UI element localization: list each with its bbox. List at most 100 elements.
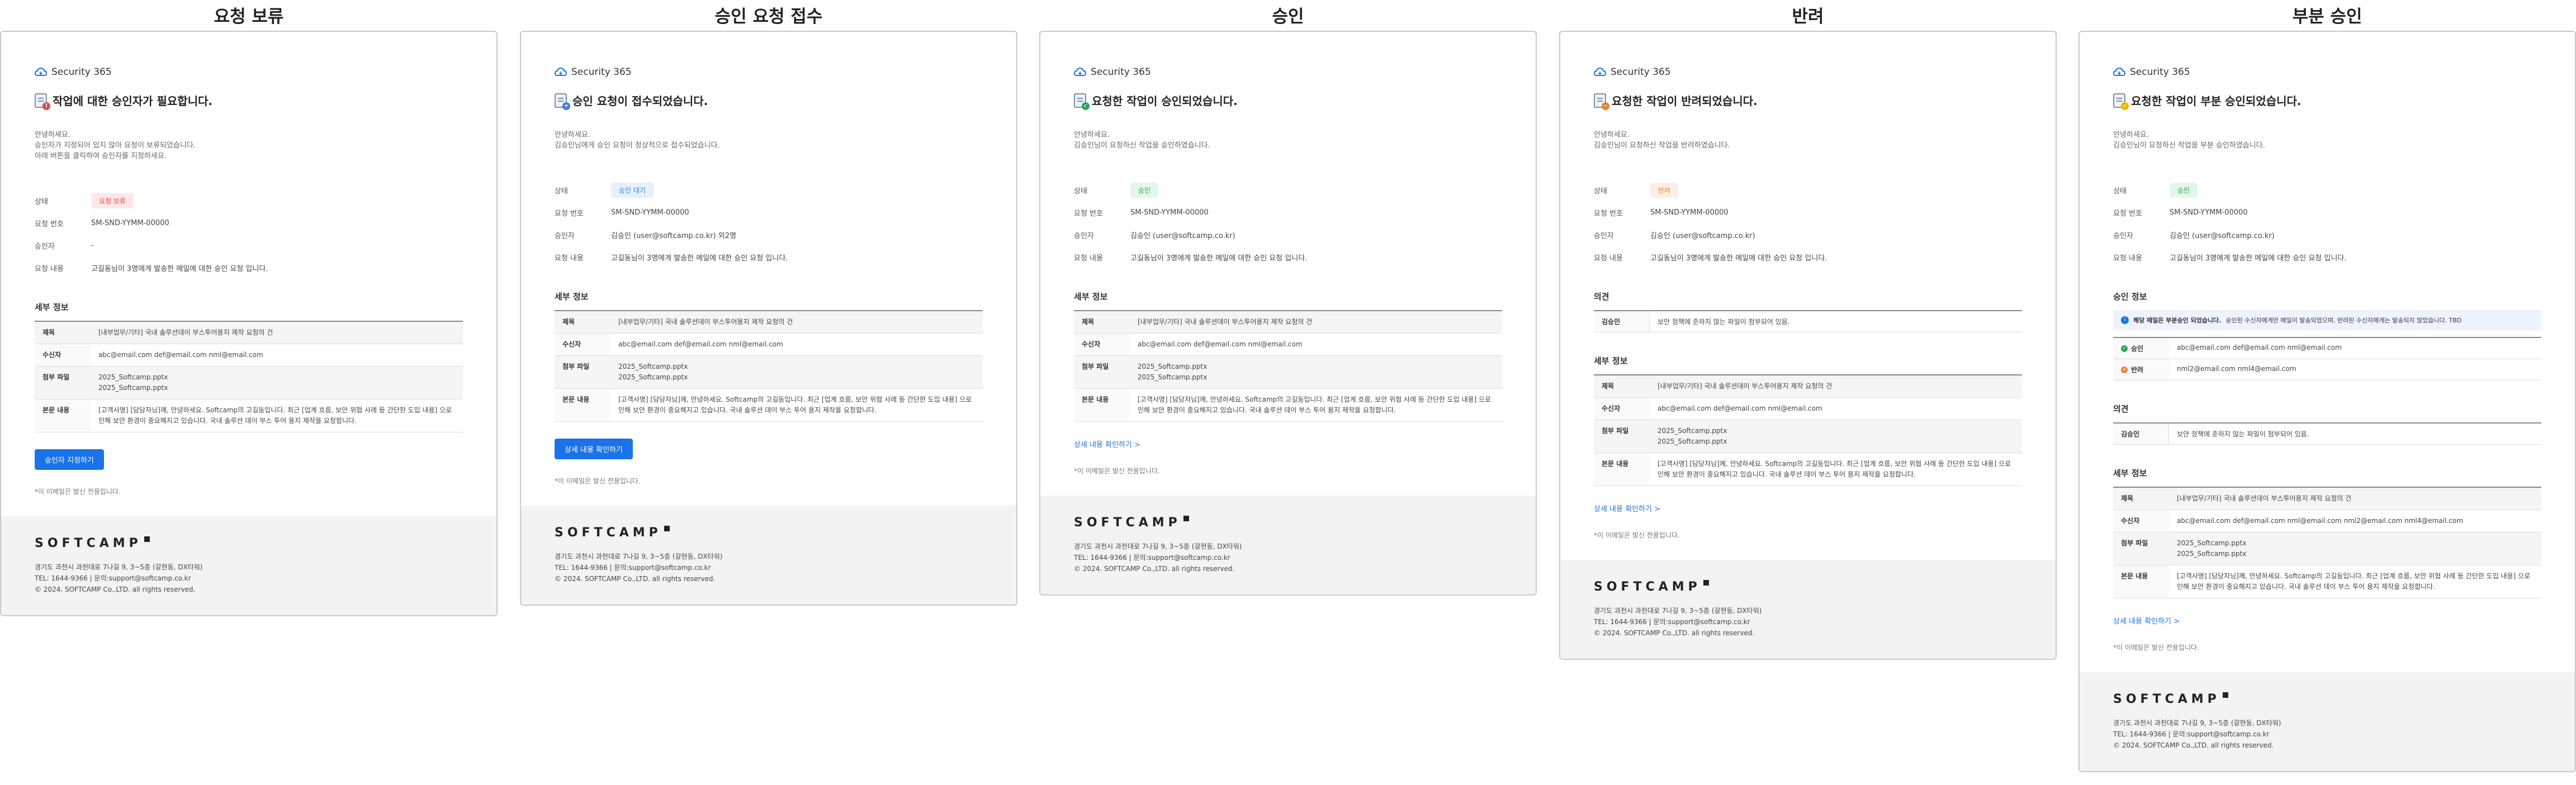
approved-label: 승인 <box>2131 345 2144 353</box>
approver-label: 승인자 <box>1074 231 1094 240</box>
brand-mark-icon <box>2222 692 2228 698</box>
status-label: 상태 <box>1074 187 1087 196</box>
approval-info-title: 승인 정보 <box>2113 292 2147 302</box>
request-no-label: 요청 번호 <box>35 220 64 229</box>
greeting: 안녕하세요. 김승인님이 요청하신 작업을 반려하였습니다. <box>1594 130 2022 151</box>
recipient-label: 수신자 <box>1074 333 1130 356</box>
brand-mark-icon <box>664 526 670 531</box>
document-rejected-icon: − <box>1594 93 1609 110</box>
column-title-hold: 요청 보류 <box>214 7 284 27</box>
headline-text: 요청한 작업이 부분 승인되었습니다. <box>2131 94 2302 108</box>
document-partial-icon: ✓ <box>2113 93 2129 110</box>
cloud-icon <box>555 67 567 76</box>
attachment-label: 첨부 파일 <box>555 355 610 389</box>
footer-contact: TEL: 1644-9366 | 문의:support@softcamp.co.… <box>555 564 711 572</box>
attachment-file[interactable]: 2025_Softcamp.pptx <box>98 372 455 383</box>
assign-approver-button[interactable]: 승인자 지정하기 <box>35 449 104 470</box>
footer-brand: SOFTCAMP <box>1074 516 1502 530</box>
document-received-icon: + <box>555 93 570 110</box>
footer-brand: SOFTCAMP <box>1594 580 2022 594</box>
approved-row: ✓ 승인 abc@email.com def@email.com nml@emai… <box>2113 338 2541 359</box>
recipient-value: abc@email.com def@email.com nml@email.co… <box>1650 397 2022 420</box>
detail-table: 제목 [내부업무/기타] 국내 솔루션데이 부스투어용지 제작 요청의 건 수신자… <box>555 310 983 422</box>
view-details-link[interactable]: 상세 내용 확인하기 > <box>1594 503 1660 513</box>
attachment-file[interactable]: 2025_Softcamp.pptx <box>618 372 975 383</box>
footer-address: 경기도 과천시 과천대로 7나길 9, 3~5층 (갈현동, DX타워) <box>555 553 723 560</box>
approver-value: - <box>91 241 94 250</box>
table-row: 수신자 abc@email.com def@email.com nml@email… <box>555 333 983 356</box>
notice: *이 이메일은 발신 전용입니다. <box>555 477 641 485</box>
footer-copyright: © 2024. SOFTCAMP Co.,LTD. all rights res… <box>35 586 196 593</box>
app-logo: Security 365 <box>2113 66 2541 78</box>
request-no-label: 요청 번호 <box>555 209 584 218</box>
view-details-link[interactable]: 상세 내용 확인하기 > <box>1074 439 1140 449</box>
recipient-value: abc@email.com def@email.com nml@email.co… <box>91 344 463 367</box>
view-details-button[interactable]: 상세 내용 확인하기 <box>555 439 633 459</box>
recipient-label: 수신자 <box>35 344 91 367</box>
footer: SOFTCAMP 경기도 과천시 과천대로 7나길 9, 3~5층 (갈현동, … <box>521 506 1016 605</box>
brand-mark-icon <box>1183 516 1189 521</box>
table-row: 본문 내용 [고객사명] [담당자님]께, 안녕하세요. Softcamp의 고길… <box>1594 453 2022 486</box>
body-label: 본문 내용 <box>1594 453 1650 486</box>
table-row: 본문 내용 [고객사명] [담당자님]께, 안녕하세요. Softcamp의 고길… <box>35 399 463 432</box>
headline: ✓ 요청한 작업이 부분 승인되었습니다. <box>2113 92 2541 110</box>
table-row: 첨부 파일 2025_Softcamp.pptx 2025_Softcamp.ppt… <box>35 366 463 399</box>
greeting-line: 김승인님이 요청하신 작업을 반려하였습니다. <box>1594 141 1730 150</box>
greeting-line: 안녕하세요. <box>35 131 70 139</box>
cloud-icon <box>35 67 47 76</box>
view-details-link[interactable]: 상세 내용 확인하기 > <box>2113 615 2180 626</box>
status-label: 상태 <box>35 197 48 206</box>
headline: + 승인 요청이 접수되었습니다. <box>555 92 983 110</box>
request-no-row: 요청 번호 SM-SND-YYMM-00000 <box>555 201 983 223</box>
app-logo: Security 365 <box>1594 66 2022 78</box>
footer-address: 경기도 과천시 과천대로 7나길 9, 3~5층 (갈현동, DX타워) <box>35 563 203 571</box>
email-card-rejected: Security 365 − 요청한 작업이 반려되었습니다. 안녕하세요. 김… <box>1559 31 2057 660</box>
attachment-file[interactable]: 2025_Softcamp.pptx <box>2177 549 2534 559</box>
headline: ✓ 요청한 작업이 승인되었습니다. <box>1074 92 1502 110</box>
brand-mark-icon <box>1703 580 1709 586</box>
body-value: [고객사명] [담당자님]께, 안녕하세요. Softcamp의 고길동입니다.… <box>610 388 983 422</box>
headline-text: 승인 요청이 접수되었습니다. <box>572 94 708 108</box>
notice: *이 이메일은 발신 전용입니다. <box>35 488 121 496</box>
detail-title: 세부 정보 <box>1594 356 1628 366</box>
check-icon: ✓ <box>2121 345 2128 352</box>
footer-brand: SOFTCAMP <box>555 526 983 540</box>
footer-address: 경기도 과천시 과천대로 7나길 9, 3~5층 (갈현동, DX타워) <box>1074 543 1242 550</box>
opinion-box: 김승인 보안 정책에 준하지 않는 파일이 첨부되어 있음. <box>2113 422 2541 445</box>
approver-row: 승인자 김승인 (user@softcamp.co.kr) <box>1074 223 1502 246</box>
approver-label: 승인자 <box>35 242 55 251</box>
body-value: [고객사명] [담당자님]께, 안녕하세요. Softcamp의 고길동입니다.… <box>91 399 463 432</box>
attachment-file[interactable]: 2025_Softcamp.pptx <box>1138 361 1494 372</box>
content-row: 요청 내용 고길동님이 3명에게 발송한 메일에 대한 승인 요청 입니다. <box>2113 246 2541 268</box>
greeting-line: 김승인님에게 승인 요청이 정상적으로 접수되었습니다. <box>555 141 720 150</box>
table-row: 수신자 abc@email.com def@email.com nml@email… <box>1594 397 2022 420</box>
subject-value: [내부업무/기타] 국내 솔루션데이 부스투어용지 제작 요청의 건 <box>1130 311 1502 334</box>
attachment-file[interactable]: 2025_Softcamp.pptx <box>1658 436 2014 447</box>
body-value: [고객사명] [담당자님]께, 안녕하세요. Softcamp의 고길동입니다.… <box>2169 565 2541 598</box>
attachment-file[interactable]: 2025_Softcamp.pptx <box>1658 426 2014 436</box>
attachment-file[interactable]: 2025_Softcamp.pptx <box>1138 372 1494 383</box>
approver-row: 승인자 - <box>35 234 463 256</box>
content-label: 요청 내용 <box>1594 254 1623 263</box>
content-label: 요청 내용 <box>35 264 64 273</box>
attachment-file[interactable]: 2025_Softcamp.pptx <box>2177 538 2534 549</box>
opinion-text: 보안 정책에 준하지 않는 파일이 첨부되어 있음. <box>2177 430 2309 438</box>
approval-list: ✓ 승인 abc@email.com def@email.com nml@emai… <box>2113 337 2541 380</box>
content-value: 고길동님이 3명에게 발송한 메일에 대한 승인 요청 입니다. <box>1130 254 1308 263</box>
greeting: 안녕하세요. 김승인님이 요청하신 작업을 승인하였습니다. <box>1074 130 1502 151</box>
attachment-file[interactable]: 2025_Softcamp.pptx <box>98 383 455 393</box>
opinion-text: 보안 정책에 준하지 않는 파일이 첨부되어 있음. <box>1658 318 1790 326</box>
app-name: Security 365 <box>51 66 112 78</box>
subject-value: [내부업무/기타] 국내 솔루션데이 부스투어용지 제작 요청의 건 <box>91 321 463 344</box>
app-name: Security 365 <box>1611 66 1671 78</box>
request-no-row: 요청 번호 SM-SND-YYMM-00000 <box>1594 201 2022 223</box>
info-bold: 해당 메일은 부분승인 되었습니다. <box>2133 317 2222 324</box>
attachment-file[interactable]: 2025_Softcamp.pptx <box>618 361 975 372</box>
approver-value: 김승인 (user@softcamp.co.kr) <box>1130 231 1235 240</box>
brand-text: SOFTCAMP <box>1594 580 1701 594</box>
subject-label: 제목 <box>2113 487 2169 510</box>
rejected-recipients: nml2@email.com nml4@email.com <box>2177 365 2296 373</box>
footer-brand: SOFTCAMP <box>2113 692 2541 706</box>
rejected-row: ✕ 반려 nml2@email.com nml4@email.com <box>2113 359 2541 380</box>
table-row: 제목 [내부업무/기타] 국내 솔루션데이 부스투어용지 제작 요청의 건 <box>2113 487 2541 510</box>
